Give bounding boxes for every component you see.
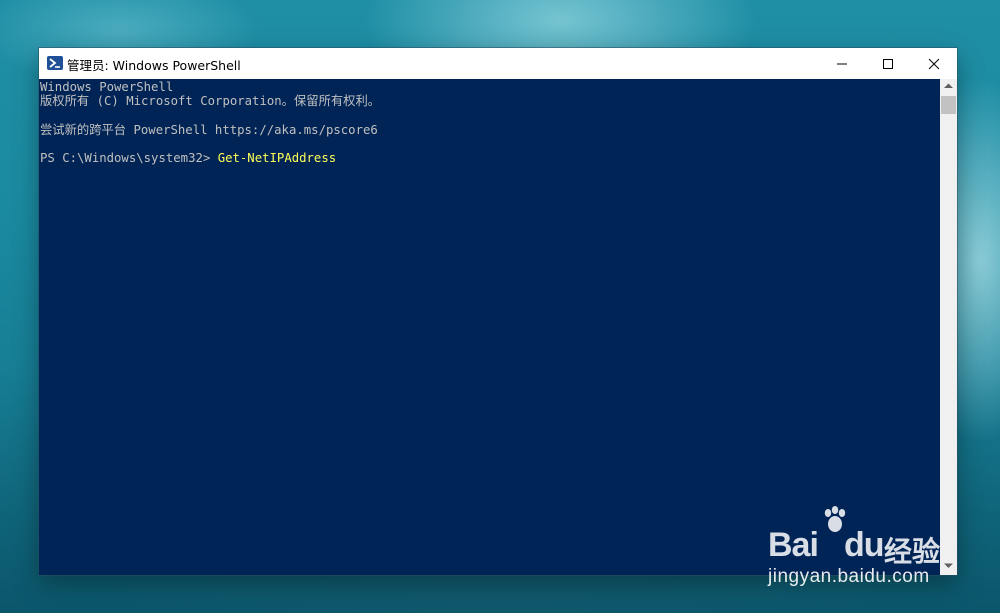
console-line: Windows PowerShell	[40, 80, 174, 94]
console-line: 尝试新的跨平台 PowerShell https://aka.ms/pscore…	[40, 123, 378, 137]
close-icon	[928, 58, 940, 70]
watermark-brand-jingyan: 经验	[884, 535, 941, 568]
maximize-button[interactable]	[865, 48, 911, 79]
prompt-line: PS C:\Windows\system32> Get-NetIPAddress	[40, 151, 336, 165]
window-title: 管理员: Windows PowerShell	[67, 58, 241, 73]
powershell-icon	[47, 56, 63, 70]
console-line: 版权所有 (C) Microsoft Corporation。保留所有权利。	[40, 94, 381, 108]
watermark-url: jingyan.baidu.com	[768, 566, 930, 587]
scroll-up-arrow-icon[interactable]	[944, 83, 953, 89]
powershell-window: 管理员: Windows PowerShell Windows PowerShe…	[39, 48, 957, 575]
minimize-button[interactable]	[819, 48, 865, 79]
close-button[interactable]	[911, 48, 957, 79]
scroll-thumb[interactable]	[941, 96, 956, 114]
minimize-icon	[837, 63, 847, 65]
baidu-jingyan-watermark: Bai du 经验 jingyan.baidu.com	[768, 504, 948, 594]
watermark-brand-bai: Bai	[768, 526, 819, 564]
vertical-scrollbar[interactable]	[940, 79, 957, 575]
prompt-text: PS C:\Windows\system32>	[40, 151, 218, 165]
title-bar[interactable]: 管理员: Windows PowerShell	[39, 48, 957, 79]
maximize-icon	[883, 59, 893, 69]
command-text[interactable]: Get-NetIPAddress	[218, 151, 336, 165]
console-area[interactable]: Windows PowerShell 版权所有 (C) Microsoft Co…	[39, 79, 940, 575]
watermark-brand-du: du	[844, 526, 885, 564]
